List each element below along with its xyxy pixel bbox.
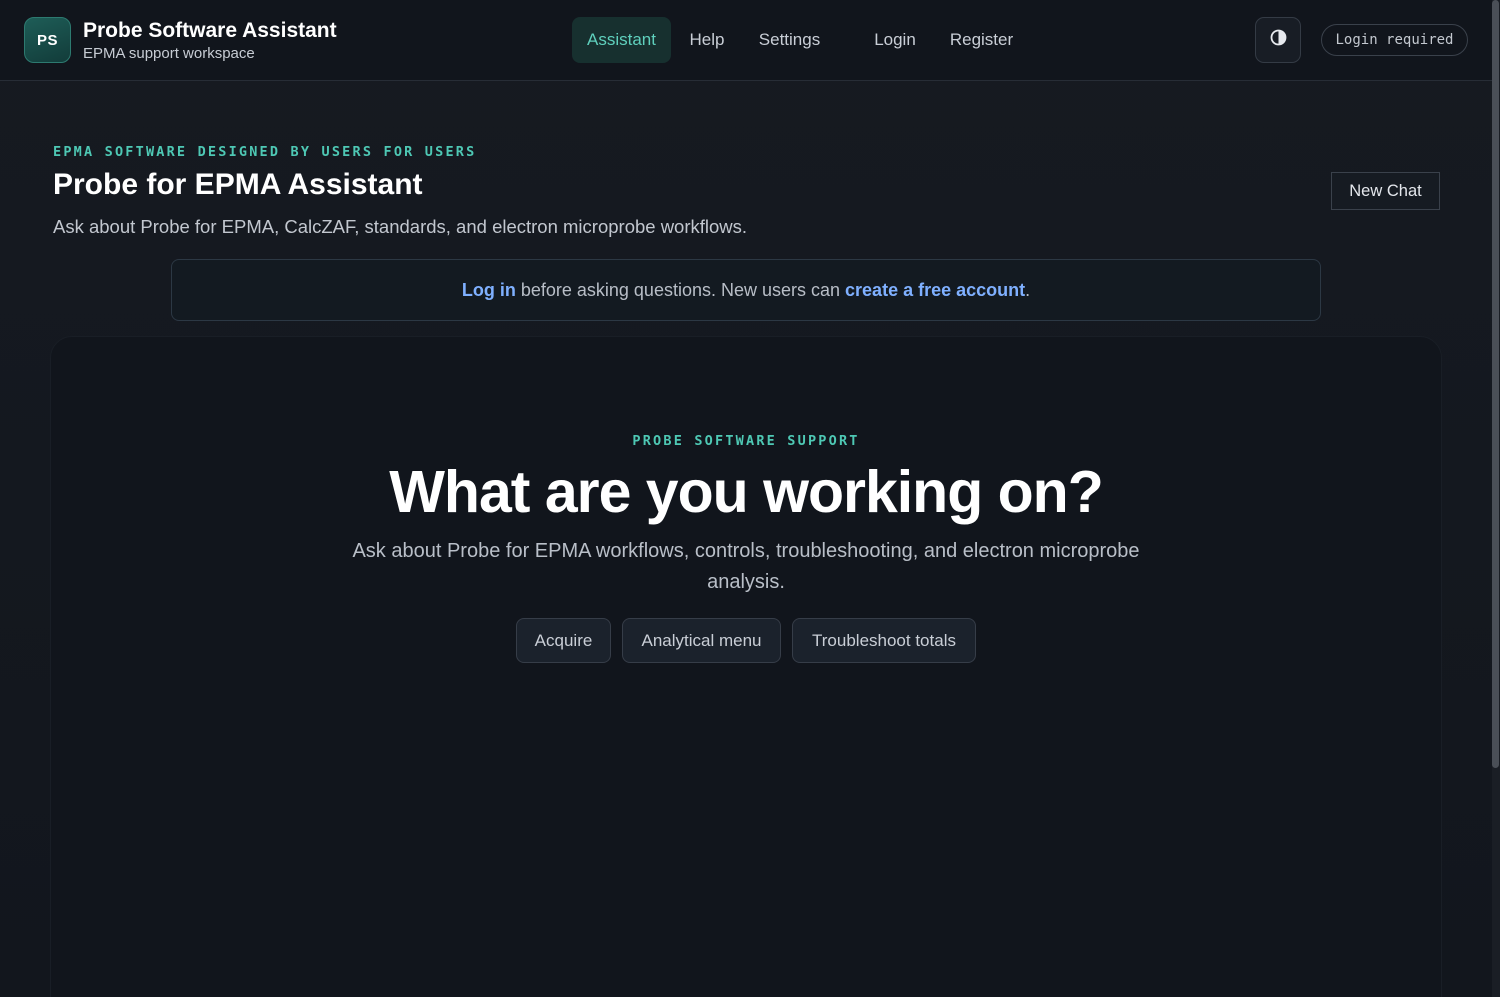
nav-register-label: Register [949, 30, 1014, 49]
new-chat-button[interactable]: New Chat [1331, 172, 1440, 210]
page-title: Probe for EPMA Assistant [53, 168, 423, 201]
logo-initials: PS [36, 31, 58, 49]
chat-heading: What are you working on? [389, 459, 1104, 525]
suggestion-label: Acquire [534, 630, 593, 650]
suggestion-chip-analytical-menu[interactable]: Analytical menu [622, 618, 781, 663]
nav-register[interactable]: Register [941, 17, 1022, 63]
nav-settings[interactable]: Settings [748, 17, 831, 63]
theme-toggle-button[interactable] [1255, 17, 1301, 63]
app-logo[interactable]: PS [24, 17, 71, 63]
app-page: PS Probe Software Assistant EPMA support… [0, 0, 1500, 997]
notice-end-text: . [1025, 279, 1031, 300]
suggestion-chip-troubleshoot-totals[interactable]: Troubleshoot totals [792, 618, 976, 663]
intro-eyebrow: EPMA SOFTWARE DESIGNED BY USERS FOR USER… [53, 144, 477, 160]
nav-help[interactable]: Help [681, 17, 733, 63]
app-subtitle: EPMA support workspace [83, 45, 255, 62]
login-status-text: Login required [1335, 32, 1454, 48]
suggestion-chip-acquire[interactable]: Acquire [516, 618, 611, 663]
nav-login-label: Login [874, 30, 916, 49]
page-description: Ask about Probe for EPMA, CalcZAF, stand… [53, 216, 748, 237]
nav-help-label: Help [689, 30, 725, 49]
nav-assistant-label: Assistant [587, 30, 656, 49]
app-title: Probe Software Assistant [83, 19, 337, 42]
suggestion-label: Troubleshoot totals [812, 630, 956, 650]
suggestion-label: Analytical menu [641, 630, 762, 650]
login-notice: Log in before asking questions. New user… [171, 259, 1321, 321]
top-header: PS Probe Software Assistant EPMA support… [0, 0, 1492, 81]
notice-middle-text: before asking questions. New users can [515, 279, 846, 300]
nav-settings-label: Settings [758, 30, 821, 49]
half-circle-contrast-icon [1270, 29, 1287, 51]
chat-description: Ask about Probe for EPMA workflows, cont… [352, 540, 1140, 593]
login-link[interactable]: Log in [462, 280, 516, 301]
nav-assistant[interactable]: Assistant [572, 17, 671, 63]
nav-login[interactable]: Login [866, 17, 924, 63]
new-chat-label: New Chat [1349, 181, 1422, 200]
chat-eyebrow: PROBE SOFTWARE SUPPORT [632, 433, 860, 449]
register-link[interactable]: create a free account [845, 280, 1025, 301]
login-status-badge: Login required [1321, 24, 1468, 56]
page-scrollbar-thumb[interactable] [1492, 0, 1499, 768]
